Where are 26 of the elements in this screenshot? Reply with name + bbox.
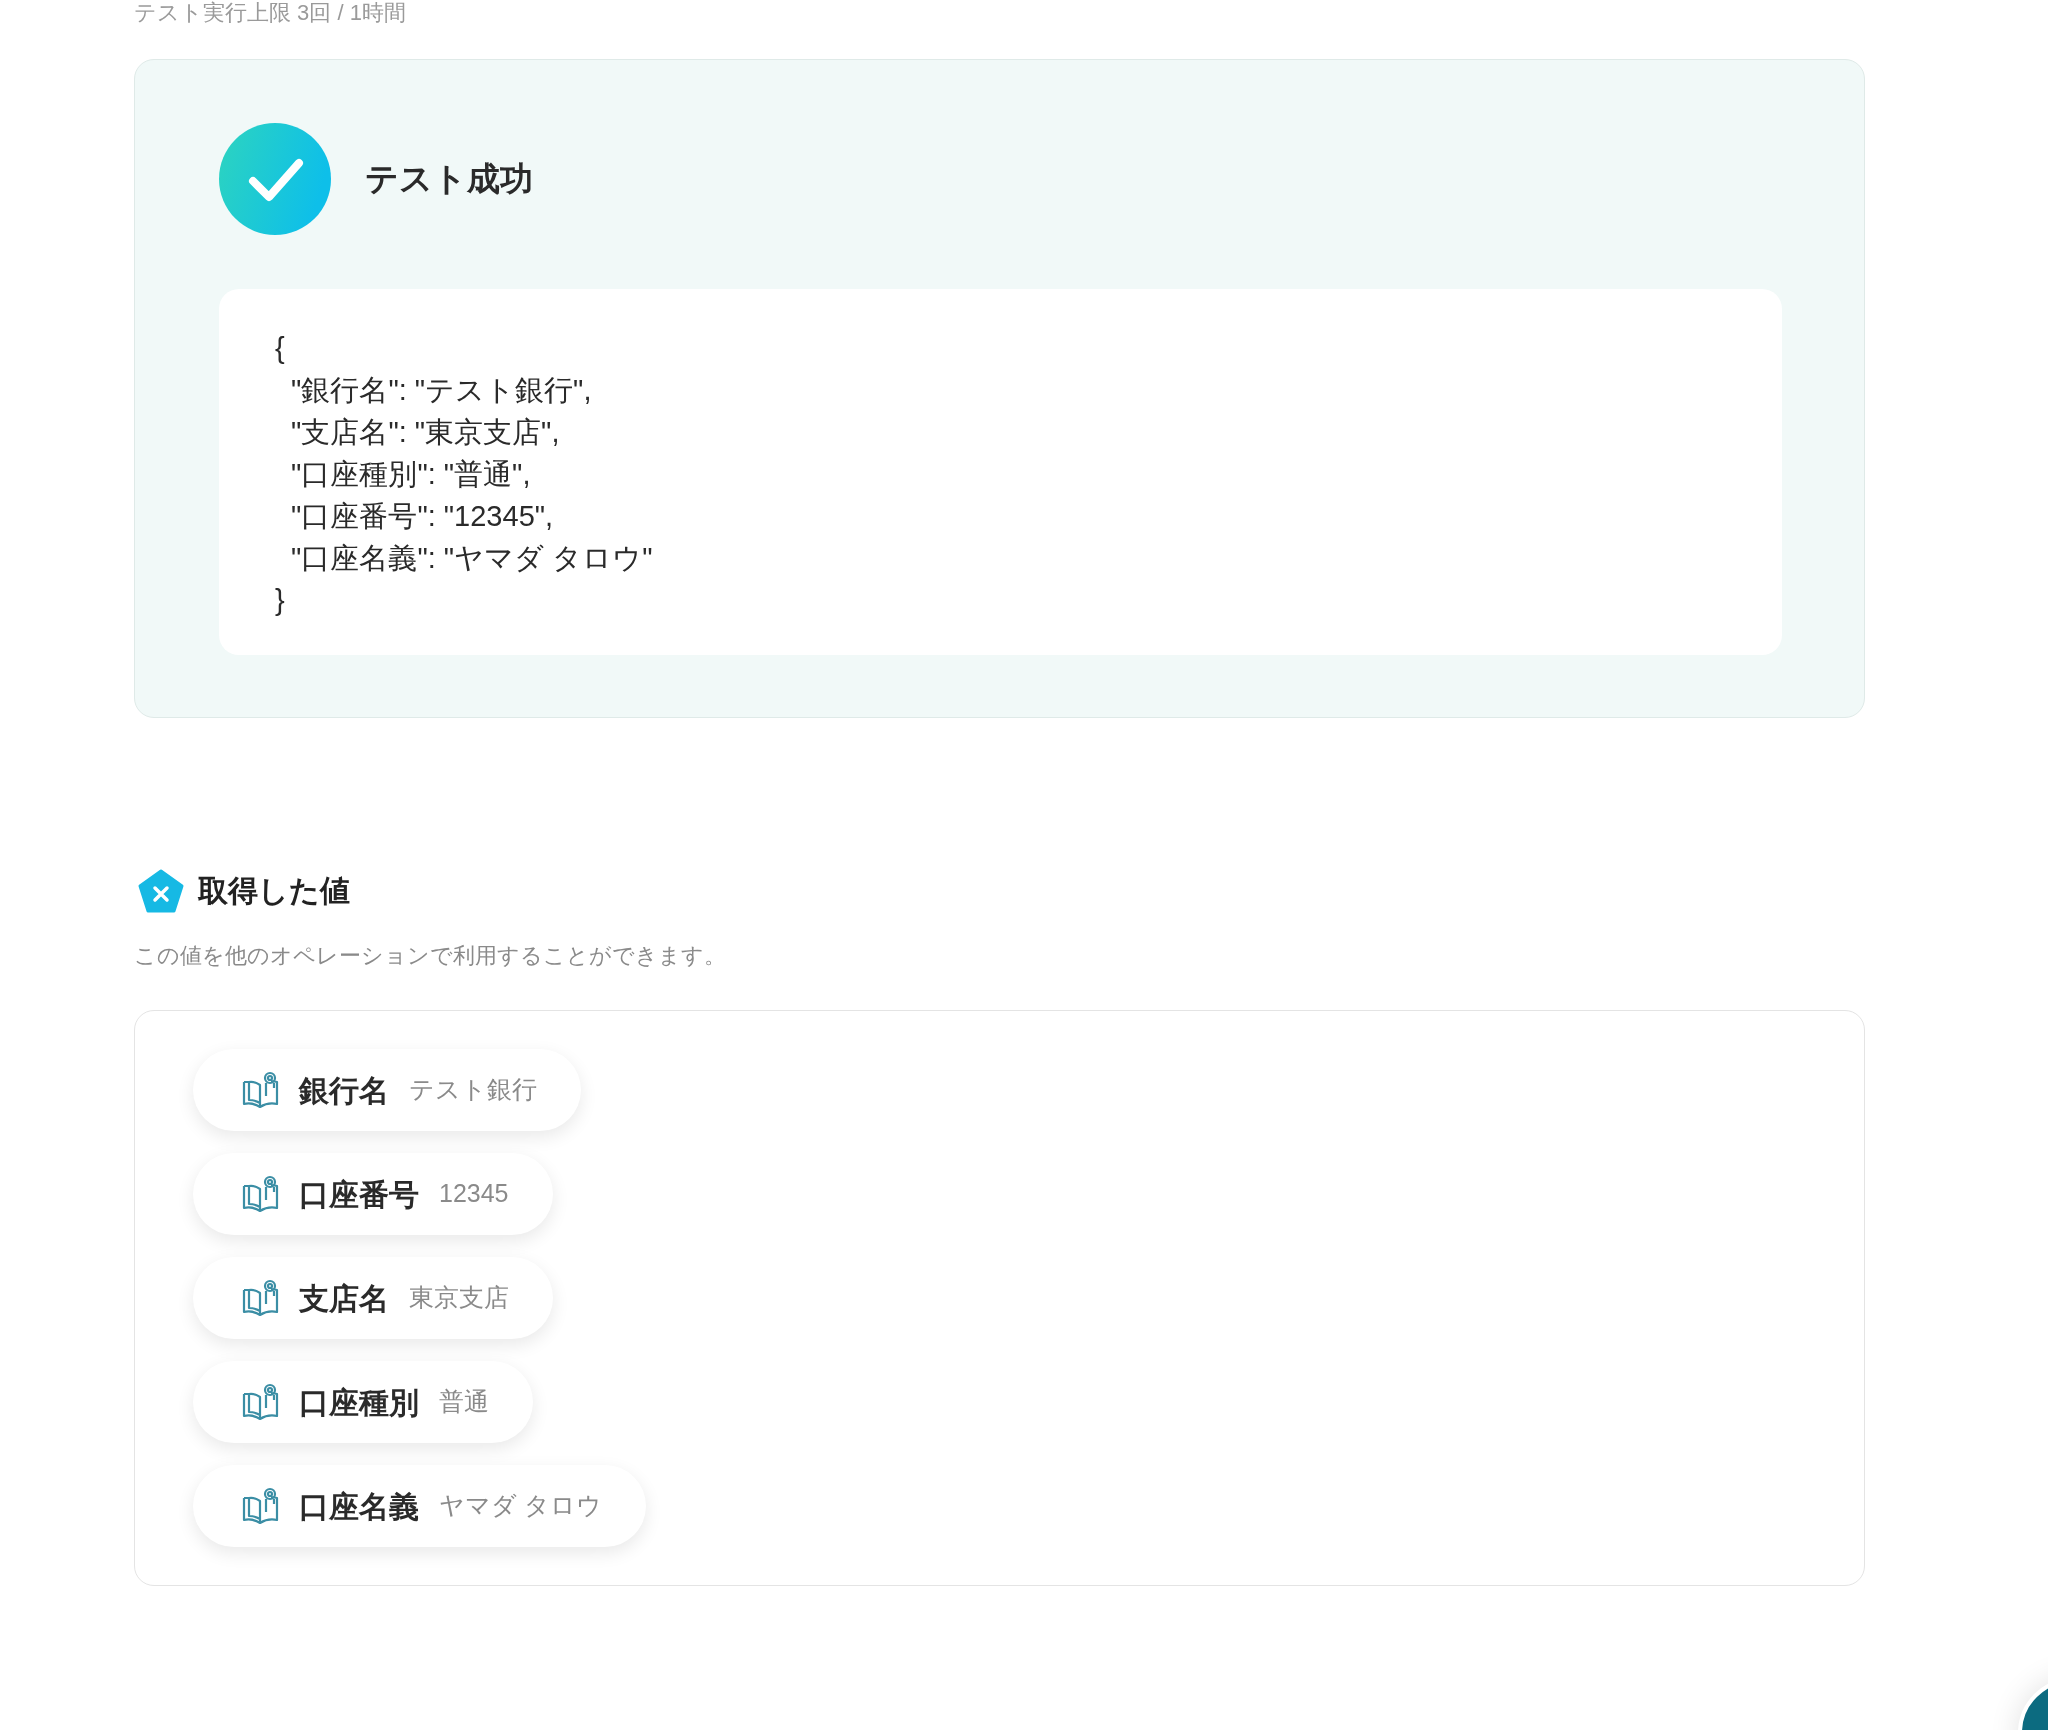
section-description: この値を他のオペレーションで利用することができます。 bbox=[134, 942, 727, 970]
value-text: テスト銀行 bbox=[409, 1074, 537, 1106]
book-icon bbox=[241, 1174, 281, 1214]
result-title: テスト成功 bbox=[365, 159, 533, 200]
value-text: 普通 bbox=[439, 1386, 489, 1418]
value-text: 12345 bbox=[439, 1178, 509, 1210]
value-label: 口座番号 bbox=[299, 1176, 419, 1213]
value-label: 銀行名 bbox=[299, 1072, 389, 1109]
value-chip[interactable]: 銀行名 テスト銀行 bbox=[193, 1049, 581, 1131]
value-chip[interactable]: 口座名義 ヤマダ タロウ bbox=[193, 1465, 646, 1547]
book-icon bbox=[241, 1382, 281, 1422]
value-chip[interactable]: 口座種別 普通 bbox=[193, 1361, 533, 1443]
book-icon bbox=[241, 1486, 281, 1526]
book-icon bbox=[241, 1278, 281, 1318]
json-output: { "銀行名": "テスト銀行", "支店名": "東京支店", "口座種別": "普通", "口座番号": "12345", "口座名義": "ヤマダ タロウ" } bbox=[275, 331, 654, 618]
value-chip[interactable]: 口座番号 12345 bbox=[193, 1153, 553, 1235]
value-text: 東京支店 bbox=[409, 1282, 509, 1314]
section-title: 取得した値 bbox=[198, 873, 350, 909]
value-label: 支店名 bbox=[299, 1280, 389, 1317]
value-label: 口座種別 bbox=[299, 1384, 419, 1421]
test-limit-text: テスト実行上限 3回 / 1時間 bbox=[134, 0, 407, 26]
value-label: 口座名義 bbox=[299, 1488, 419, 1525]
value-text: ヤマダ タロウ bbox=[439, 1490, 602, 1522]
variable-icon bbox=[138, 868, 184, 913]
value-chip[interactable]: 支店名 東京支店 bbox=[193, 1257, 553, 1339]
book-icon bbox=[241, 1070, 281, 1110]
